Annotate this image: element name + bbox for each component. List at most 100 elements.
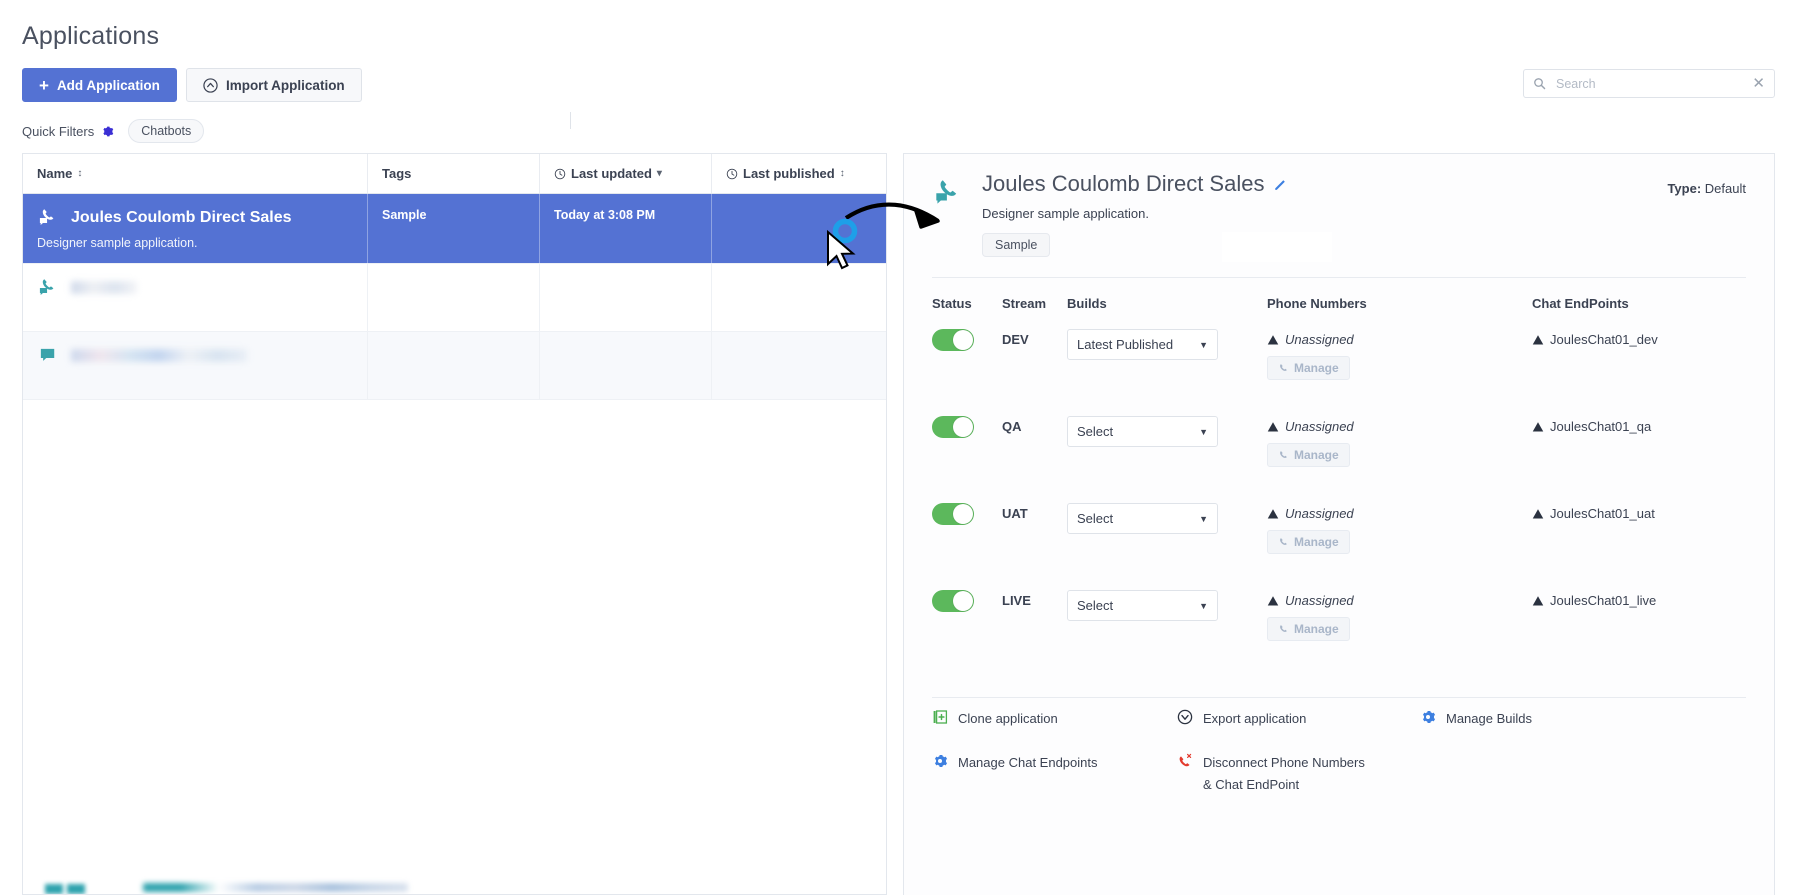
- row-last-published-cell: [712, 332, 886, 399]
- warning-icon: [1532, 508, 1544, 518]
- edit-pencil-icon[interactable]: [1273, 177, 1288, 192]
- column-label: Name: [37, 166, 73, 181]
- stream-status-cell: [932, 590, 1002, 648]
- build-select-qa[interactable]: Select ▼: [1067, 416, 1218, 447]
- streams-section: Status Stream Builds Phone Numbers Chat …: [932, 296, 1746, 677]
- chevron-down-icon: ▼: [1199, 339, 1208, 350]
- column-label: Last published: [743, 166, 835, 181]
- column-header-last-published[interactable]: Last published ↕: [712, 154, 886, 193]
- stream-build-cell: Select ▼: [1067, 416, 1267, 483]
- stream-build-cell: Select ▼: [1067, 590, 1267, 657]
- clock-icon: [726, 168, 738, 179]
- detail-app-description: Designer sample application.: [982, 206, 1149, 221]
- sort-icon: ↕: [77, 168, 82, 179]
- manage-builds-label: Manage Builds: [1446, 711, 1532, 726]
- export-application-label: Export application: [1203, 711, 1307, 726]
- column-header-tags[interactable]: Tags: [368, 154, 540, 193]
- column-label: Tags: [382, 166, 412, 181]
- column-header-name[interactable]: Name ↕: [23, 154, 368, 193]
- stream-endpoint-cell: JoulesChat01_qa: [1532, 416, 1746, 470]
- import-application-label: Import Application: [225, 77, 345, 93]
- endpoint-qa: JoulesChat01_qa: [1532, 416, 1746, 434]
- row-last-published-cell: [712, 194, 886, 263]
- row-app-name-redacted: [71, 281, 137, 294]
- stream-build-cell: Select ▼: [1067, 503, 1267, 570]
- detail-divider: [932, 277, 1746, 278]
- manage-label: Manage: [1294, 622, 1339, 636]
- stream-name-qa: QA: [1002, 419, 1022, 434]
- stream-toggle-uat[interactable]: [932, 503, 974, 525]
- clone-application-label: Clone application: [958, 711, 1058, 726]
- toggle-knob: [953, 330, 973, 350]
- row-name-cell: [23, 264, 368, 331]
- manage-chat-endpoints-action[interactable]: Manage Chat Endpoints: [932, 752, 1132, 795]
- manage-label: Manage: [1294, 361, 1339, 375]
- phone-icon: [1280, 624, 1287, 632]
- disconnect-phone-numbers-label: Disconnect Phone Numbers & Chat EndPoint: [1203, 755, 1365, 792]
- stream-phone-cell: Unassigned Manage: [1267, 329, 1532, 416]
- gear-icon[interactable]: [101, 125, 114, 138]
- search-box[interactable]: ✕: [1523, 69, 1775, 98]
- phone-status-value: Unassigned: [1285, 419, 1354, 434]
- build-select-live[interactable]: Select ▼: [1067, 590, 1218, 621]
- phone-status-uat: Unassigned: [1267, 503, 1532, 521]
- manage-builds-action[interactable]: Manage Builds: [1420, 708, 1620, 729]
- endpoint-dev: JoulesChat01_dev: [1532, 329, 1746, 347]
- row-last-published-cell: [712, 264, 886, 331]
- stream-status-cell: [932, 503, 1002, 561]
- build-select-value: Select: [1077, 511, 1114, 526]
- build-select-uat[interactable]: Select ▼: [1067, 503, 1218, 534]
- clear-search-icon[interactable]: ✕: [1752, 76, 1765, 91]
- gear-icon: [1422, 711, 1436, 723]
- table-header-row: Name ↕ Tags Last updated ▾ Last publishe…: [23, 154, 886, 194]
- search-input[interactable]: [1554, 75, 1745, 92]
- row-partial-name-redacted: [143, 883, 408, 892]
- import-application-button[interactable]: Import Application: [185, 68, 362, 102]
- manage-label: Manage: [1294, 535, 1339, 549]
- disconnect-phone-numbers-action[interactable]: Disconnect Phone Numbers & Chat EndPoint: [1177, 752, 1377, 795]
- streams-header-stream: Stream: [1002, 296, 1047, 311]
- add-application-label: Add Application: [56, 77, 160, 93]
- clock-icon: [554, 168, 566, 179]
- manage-phone-button-live[interactable]: Manage: [1267, 617, 1350, 641]
- manage-label: Manage: [1294, 448, 1339, 462]
- phone-status-dev: Unassigned: [1267, 329, 1532, 347]
- chevron-down-icon: ▼: [1199, 426, 1208, 437]
- row-app-name-redacted: [71, 349, 247, 362]
- manage-phone-button-dev[interactable]: Manage: [1267, 356, 1350, 380]
- page-action-buttons: + Add Application Import Application: [22, 68, 362, 102]
- build-select-dev[interactable]: Latest Published ▼: [1067, 329, 1218, 360]
- stream-toggle-dev[interactable]: [932, 329, 974, 351]
- quick-filters-divider: [570, 112, 571, 129]
- row-partial-icon-redacted: [45, 884, 85, 894]
- phone-status-value: Unassigned: [1285, 506, 1354, 521]
- clone-application-action[interactable]: Clone application: [932, 708, 1132, 729]
- table-row[interactable]: [23, 332, 886, 400]
- stream-endpoint-cell: JoulesChat01_uat: [1532, 503, 1746, 557]
- table-row[interactable]: [23, 264, 886, 332]
- table-row[interactable]: Joules Coulomb Direct Sales Designer sam…: [23, 194, 886, 264]
- applications-table: Name ↕ Tags Last updated ▾ Last publishe…: [22, 153, 887, 895]
- search-icon: [1534, 78, 1546, 90]
- filter-chip-chatbots[interactable]: Chatbots: [128, 119, 205, 143]
- stream-status-cell: [932, 416, 1002, 474]
- stream-toggle-qa[interactable]: [932, 416, 974, 438]
- stream-toggle-live[interactable]: [932, 590, 974, 612]
- add-application-button[interactable]: + Add Application: [22, 68, 177, 102]
- sort-icon: ↕: [839, 168, 845, 179]
- column-header-last-updated[interactable]: Last updated ▾: [540, 154, 712, 193]
- manage-phone-button-uat[interactable]: Manage: [1267, 530, 1350, 554]
- detail-app-title: Joules Coulomb Direct Sales: [982, 171, 1265, 196]
- export-application-action[interactable]: Export application: [1177, 708, 1377, 729]
- build-select-value: Latest Published: [1077, 337, 1174, 352]
- endpoint-value: JoulesChat01_qa: [1550, 419, 1652, 434]
- warning-icon: [1267, 508, 1279, 518]
- row-name-cell: [23, 332, 368, 399]
- actions-divider: [932, 697, 1746, 698]
- row-tag-value: Sample: [382, 208, 427, 222]
- detail-tag-sample[interactable]: Sample: [982, 233, 1051, 257]
- sort-icon: ▾: [656, 168, 662, 179]
- phone-status-value: Unassigned: [1285, 332, 1354, 347]
- streams-header-phone-numbers: Phone Numbers: [1267, 296, 1367, 311]
- manage-phone-button-qa[interactable]: Manage: [1267, 443, 1350, 467]
